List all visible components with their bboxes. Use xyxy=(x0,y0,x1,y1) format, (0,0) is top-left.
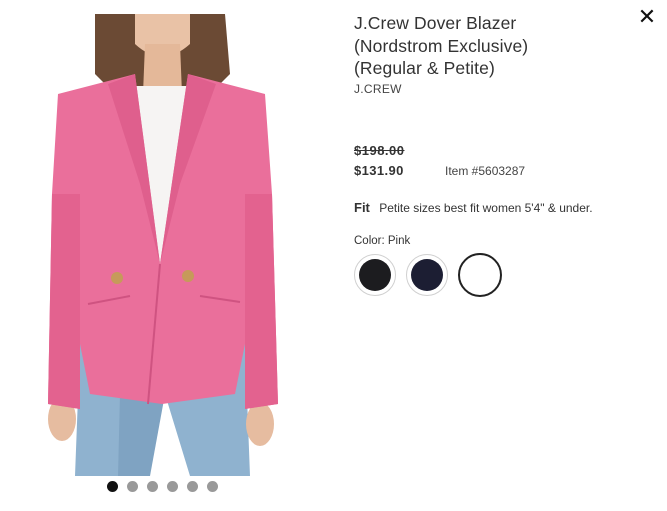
pagination-dot[interactable] xyxy=(147,481,158,492)
swatch-fill xyxy=(359,259,391,291)
pagination-dot[interactable] xyxy=(127,481,138,492)
fit-text: Petite sizes best fit women 5'4" & under… xyxy=(379,201,593,215)
color-swatch-navy[interactable] xyxy=(406,254,448,296)
color-swatch-selected[interactable] xyxy=(458,253,502,297)
pagination-dot[interactable] xyxy=(207,481,218,492)
product-title: J.Crew Dover Blazer (Nordstrom Exclusive… xyxy=(354,12,624,80)
product-title-line: (Nordstrom Exclusive) xyxy=(354,35,529,56)
pagination-dot[interactable] xyxy=(107,481,118,492)
original-price: $198.00 xyxy=(354,143,405,158)
color-label: Color: Pink xyxy=(354,235,411,247)
sale-price: $131.90 xyxy=(354,163,404,178)
item-number: Item #5603287 xyxy=(445,164,526,178)
color-swatch-black[interactable] xyxy=(354,254,396,296)
fit-label: Fit xyxy=(354,200,370,215)
fit-info: Fit Petite sizes best fit women 5'4" & u… xyxy=(354,200,593,215)
image-pagination xyxy=(107,481,218,493)
pagination-dot[interactable] xyxy=(167,481,178,492)
swatch-fill xyxy=(411,259,443,291)
close-icon[interactable]: ✕ xyxy=(636,6,658,28)
brand-link[interactable]: J.CREW xyxy=(354,82,402,96)
swatch-fill xyxy=(464,259,496,291)
product-title-line: (Regular & Petite) xyxy=(354,58,495,78)
pagination-dot[interactable] xyxy=(187,481,198,492)
model-wearing-pink-blazer xyxy=(48,14,278,476)
product-image xyxy=(40,14,285,476)
product-title-line: J.Crew Dover Blazer xyxy=(354,13,517,33)
